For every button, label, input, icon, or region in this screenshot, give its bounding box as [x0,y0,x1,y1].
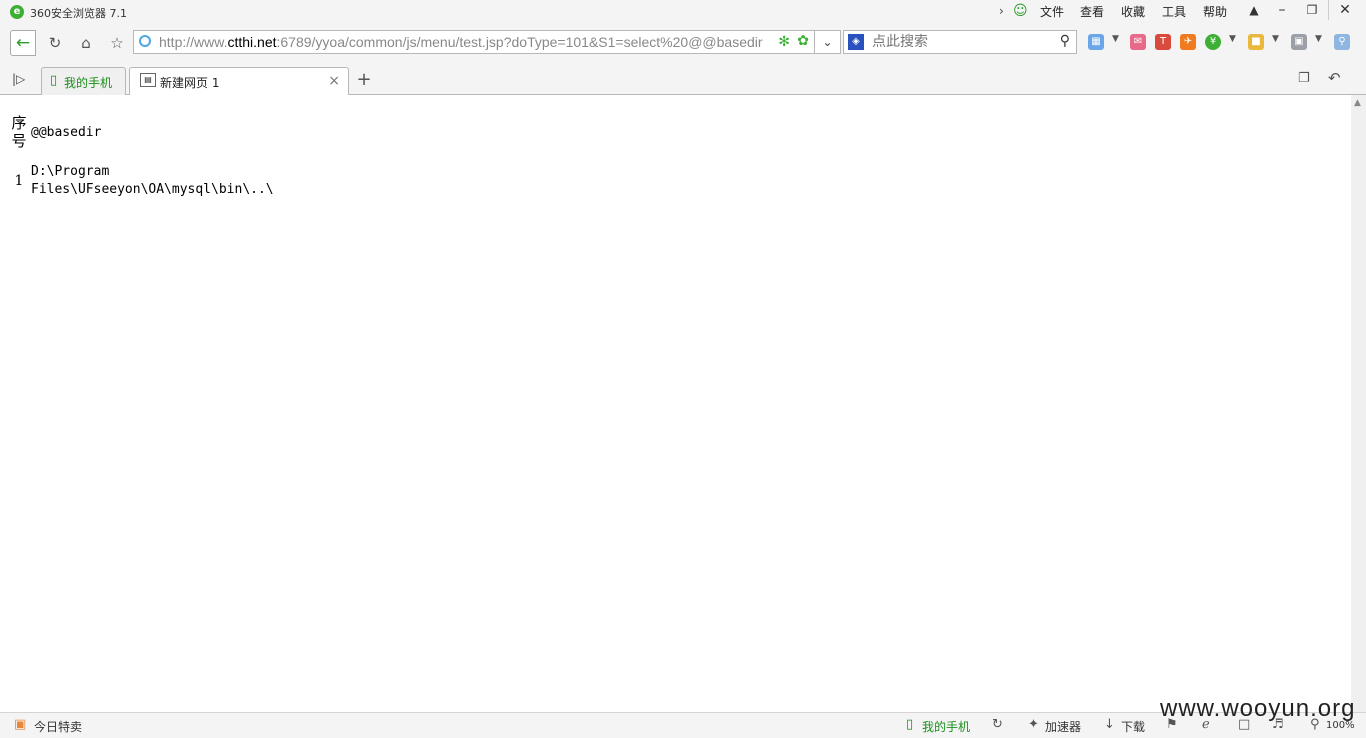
title-bar: e 360安全浏览器 7.1 › ☺ 文件 查看 收藏 工具 帮助 ▲ – ❐ … [0,0,1366,25]
url-path: :6789/yyoa/common/js/menu/test.jsp?doTyp… [276,34,763,50]
new-tab-button[interactable]: + [354,68,374,92]
basedir-cell: D:\Program Files\UFseeyon\OA\mysql\bin\.… [30,153,275,200]
game-dropdown-icon[interactable]: ▼ [1272,34,1279,44]
flight-icon[interactable]: ✈ [1180,34,1196,50]
url-host: ctthi.net [227,34,277,50]
favorite-star-button[interactable]: ☆ [107,33,127,53]
browser-logo-icon: e [10,5,24,19]
menu-tools[interactable]: 工具 [1162,3,1186,20]
search-box[interactable]: ◈ ⚲ [843,30,1077,54]
address-url[interactable]: http://www.ctthi.net:6789/yyoa/common/js… [159,34,771,50]
maximize-button[interactable]: ❐ [1296,0,1328,20]
shield-icon[interactable]: ¥ [1205,34,1221,50]
accelerator-icon[interactable]: ✦ [1028,717,1039,732]
tab-my-phone[interactable]: ▯ 我的手机 [41,67,126,95]
menu-help[interactable]: 帮助 [1203,3,1227,20]
search-input[interactable] [872,33,1042,51]
address-bar[interactable]: http://www.ctthi.net:6789/yyoa/common/js… [133,30,815,54]
tab-list-icon[interactable]: ❐ [1298,71,1310,86]
sidebar-toggle-icon[interactable]: |▷ [12,72,25,86]
home-button[interactable]: ⌂ [76,33,96,53]
phone-icon: ▯ [50,73,58,88]
mail-icon[interactable]: ✉ [1130,34,1146,50]
close-tab-icon[interactable]: × [328,73,340,89]
url-prefix: http://www. [159,34,228,50]
magnifier-icon[interactable]: ⚲ [1334,34,1350,50]
back-button[interactable]: ← [10,30,36,56]
scroll-up-arrow-icon[interactable]: ▲ [1354,98,1361,108]
basedir-value-line1: D:\Program [31,164,110,179]
spiral-icon[interactable]: ↻ [992,717,1003,732]
vertical-scrollbar[interactable]: ▲ [1351,95,1366,712]
page-icon: ▤ [140,73,156,87]
menu-favorites[interactable]: 收藏 [1121,3,1145,20]
speed-mode-icon[interactable]: ✿ [797,33,809,49]
download-button[interactable]: 下载 [1121,718,1145,735]
accelerator-button[interactable]: 加速器 [1045,718,1081,735]
gift-icon[interactable]: ▣ [14,717,26,732]
undo-close-icon[interactable]: ↶ [1328,69,1341,87]
screenshot-icon[interactable]: ▣ [1291,34,1307,50]
tab-label: 我的手机 [64,76,113,90]
basedir-value-line2: Files\UFseeyon\OA\mysql\bin\..\ [31,182,274,197]
refresh-button[interactable]: ↻ [45,33,65,53]
globe-icon [139,35,151,47]
page-content: 序号 @@basedir 1 D:\Program Files\UFseeyon… [0,95,1351,712]
result-table: 序号 @@basedir 1 D:\Program Files\UFseeyon… [8,111,277,202]
download-arrow-icon[interactable]: ↓ [1104,717,1115,732]
address-dropdown-button[interactable]: ⌄ [815,30,841,54]
apps-grid-icon[interactable]: ▦ [1088,34,1104,50]
minimize-button[interactable]: – [1266,0,1298,20]
navigation-bar: ← ↻ ⌂ ☆ http://www.ctthi.net:6789/yyoa/c… [0,25,1366,63]
tab-bar: |▷ ▯ 我的手机 ▤ 新建网页 1 × + ❐ ↶ [0,63,1366,96]
apps-dropdown-icon[interactable]: ▼ [1112,34,1119,44]
translate-icon[interactable]: T [1155,34,1171,50]
column-header-basedir: @@basedir [31,124,102,140]
screenshot-dropdown-icon[interactable]: ▼ [1315,34,1322,44]
game-icon[interactable]: ■ [1248,34,1264,50]
close-button[interactable]: ✕ [1328,0,1361,20]
table-header-row: 序号 @@basedir [10,113,275,151]
tab-label: 新建网页 1 [160,76,220,90]
chevron-right-icon[interactable]: › [999,4,1004,18]
shield-dropdown-icon[interactable]: ▼ [1229,34,1236,44]
my-phone-link[interactable]: 我的手机 [922,718,970,735]
tab-new-page[interactable]: ▤ 新建网页 1 × [129,67,349,96]
search-icon[interactable]: ⚲ [1060,33,1070,49]
daily-deals-link[interactable]: 今日特卖 [34,718,82,735]
menu-view[interactable]: 查看 [1080,3,1104,20]
watermark: www.wooyun.org [1160,695,1356,722]
table-row: 1 D:\Program Files\UFseeyon\OA\mysql\bin… [10,153,275,200]
baidu-paw-icon[interactable]: ◈ [848,34,864,50]
security-check-icon[interactable]: ✻ [778,34,790,50]
row-index-cell: 1 [14,173,24,189]
window-title: 360安全浏览器 7.1 [30,7,127,20]
menu-file[interactable]: 文件 [1040,3,1064,20]
user-icon[interactable]: ☺ [1013,3,1028,19]
phone-icon[interactable]: ▯ [906,717,913,732]
column-header-index: 序号 [11,114,27,150]
